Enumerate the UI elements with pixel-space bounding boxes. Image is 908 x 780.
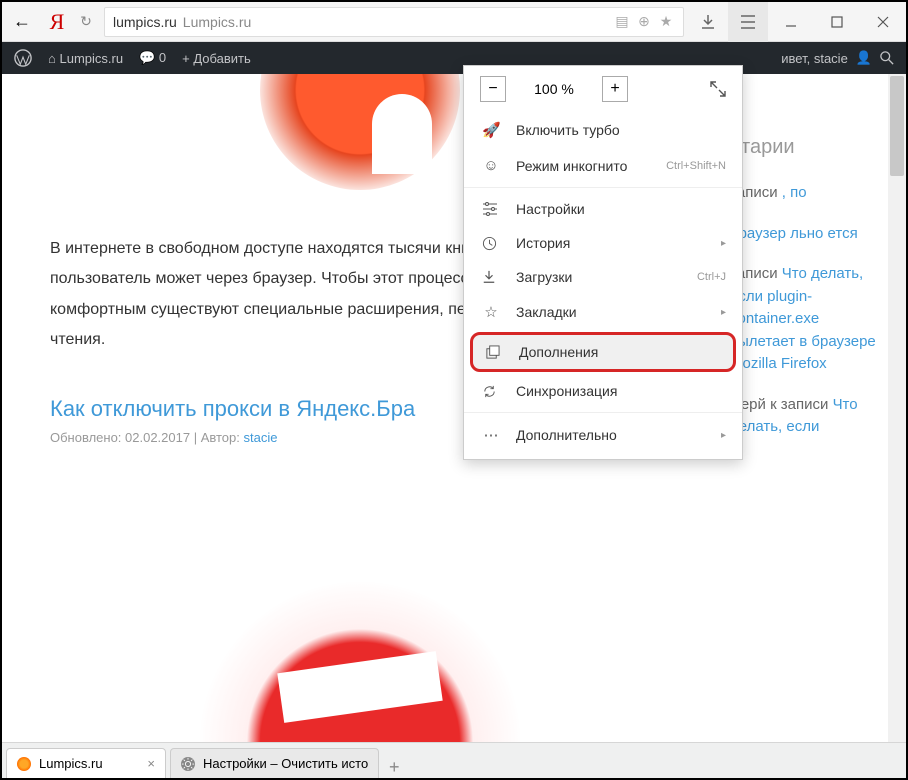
user-icon[interactable]: 👤 — [856, 50, 872, 66]
menu-history[interactable]: История ▸ — [464, 226, 742, 260]
menu-separator — [464, 412, 742, 413]
menu-more[interactable]: ⋯ Дополнительно ▸ — [464, 417, 742, 453]
address-bar[interactable]: lumpics.ru Lumpics.ru ▤ ⊕ ★ — [104, 7, 684, 37]
tab-active[interactable]: Lumpics.ru × — [6, 748, 166, 778]
sidebar-comment-item: записи , по — [730, 182, 880, 205]
globe-icon[interactable]: ⊕ — [635, 13, 653, 30]
address-title: Lumpics.ru — [183, 14, 251, 30]
address-domain: lumpics.ru — [113, 14, 177, 30]
close-button[interactable] — [860, 2, 906, 42]
admin-site-link[interactable]: ⌂ Lumpics.ru — [48, 51, 123, 66]
sidebar-comment-item: Серй к записи Что делать, если — [730, 394, 880, 439]
sidebar-heading: ентарии — [730, 102, 880, 162]
yandex-logo[interactable]: Я — [42, 9, 72, 35]
menu-incognito[interactable]: ☺ Режим инкогнито Ctrl+Shift+N — [464, 148, 742, 183]
tab[interactable]: Настройки – Очистить исто — [170, 748, 379, 778]
reload-button[interactable]: ↻ — [72, 13, 100, 30]
menu-sync[interactable]: Синхронизация — [464, 374, 742, 408]
hero-image-2 — [200, 582, 520, 742]
chevron-right-icon: ▸ — [721, 238, 726, 249]
menu-settings[interactable]: Настройки — [464, 192, 742, 226]
menu-extensions[interactable]: Дополнения — [470, 332, 736, 372]
shortcut-label: Ctrl+Shift+N — [666, 160, 726, 172]
star-icon: ☆ — [482, 303, 500, 321]
zoom-in-button[interactable]: + — [602, 76, 628, 102]
sync-icon — [482, 384, 500, 399]
chevron-right-icon: ▸ — [721, 307, 726, 318]
extensions-icon — [485, 345, 503, 360]
downloads-button[interactable] — [688, 2, 728, 42]
maximize-button[interactable] — [814, 2, 860, 42]
menu-bookmarks[interactable]: ☆ Закладки ▸ — [464, 294, 742, 330]
search-icon[interactable] — [880, 51, 894, 65]
reader-icon[interactable]: ▤ — [613, 13, 631, 30]
comment-icon: 💬 — [139, 50, 155, 65]
meta-author-label: Автор: — [201, 430, 244, 445]
wordpress-icon[interactable] — [14, 49, 32, 67]
vertical-scrollbar[interactable] — [888, 74, 906, 742]
menu-separator — [464, 187, 742, 188]
menu-downloads[interactable]: Загрузки Ctrl+J — [464, 260, 742, 294]
sidebar: ентарии записи , по браузер льно ется за… — [718, 74, 888, 742]
wp-admin-bar: ⌂ Lumpics.ru 💬 0 + Добавить ивет, stacie… — [2, 42, 906, 74]
minimize-button[interactable] — [768, 2, 814, 42]
sliders-icon — [482, 202, 500, 216]
browser-titlebar: ← Я ↻ lumpics.ru Lumpics.ru ▤ ⊕ ★ — [2, 2, 906, 42]
sidebar-comment-item: браузер льно ется — [730, 223, 880, 246]
download-icon — [482, 270, 500, 284]
meta-updated: Обновлено: 02.02.2017 — [50, 430, 190, 445]
zoom-out-button[interactable]: − — [480, 76, 506, 102]
sidebar-link[interactable]: , по — [782, 184, 807, 201]
main-menu-dropdown: − 100 % + 🚀 Включить турбо ☺ Режим инког… — [463, 65, 743, 460]
plus-icon: + — [182, 51, 193, 66]
meta-author-link[interactable]: stacie — [244, 430, 278, 445]
shortcut-label: Ctrl+J — [697, 271, 726, 283]
sidebar-comment-item: записи Что делать, если plugin-container… — [730, 263, 880, 376]
window-controls — [768, 2, 906, 42]
favicon — [17, 757, 31, 771]
tab-strip: Lumpics.ru × Настройки – Очистить исто + — [2, 742, 906, 778]
back-button[interactable]: ← — [2, 2, 42, 42]
admin-comments[interactable]: 💬 0 — [139, 50, 166, 66]
fullscreen-button[interactable] — [710, 81, 726, 97]
zoom-controls: − 100 % + — [464, 66, 742, 112]
home-icon: ⌂ — [48, 51, 56, 66]
history-icon — [482, 236, 500, 251]
admin-greeting[interactable]: ивет, stacie — [781, 51, 848, 66]
incognito-icon: ☺ — [482, 157, 500, 174]
menu-button[interactable] — [728, 2, 768, 42]
gear-icon — [181, 757, 195, 771]
scrollbar-thumb[interactable] — [890, 76, 904, 176]
rocket-icon: 🚀 — [482, 121, 500, 139]
new-tab-button[interactable]: + — [379, 757, 409, 778]
tab-label: Настройки – Очистить исто — [203, 756, 368, 771]
tab-close-button[interactable]: × — [147, 756, 155, 771]
bookmark-star-icon[interactable]: ★ — [657, 13, 675, 30]
tab-label: Lumpics.ru — [39, 756, 103, 771]
chevron-right-icon: ▸ — [721, 430, 726, 441]
zoom-level: 100 % — [524, 81, 584, 97]
menu-turbo[interactable]: 🚀 Включить турбо — [464, 112, 742, 148]
page-content: В интернете в свободном доступе находятс… — [2, 74, 906, 742]
more-icon: ⋯ — [482, 426, 500, 444]
admin-add-new[interactable]: + Добавить — [182, 51, 251, 66]
sidebar-link[interactable]: браузер льно ется — [730, 225, 858, 242]
